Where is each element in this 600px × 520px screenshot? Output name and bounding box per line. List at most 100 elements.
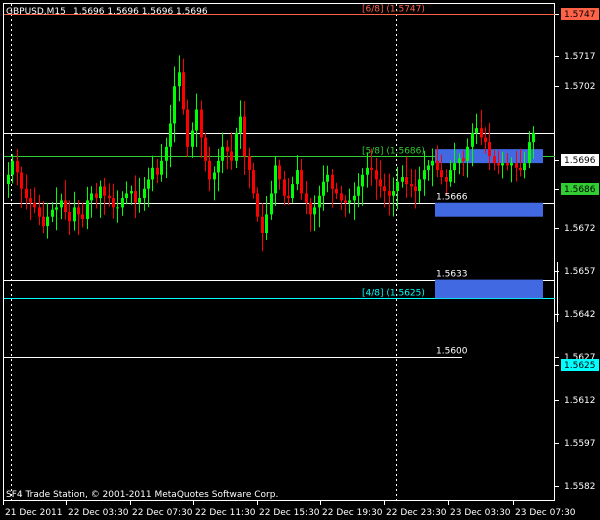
candle-body bbox=[221, 146, 224, 161]
candle-body bbox=[370, 167, 373, 171]
candle-body bbox=[7, 174, 10, 185]
candle-body bbox=[466, 146, 469, 161]
candle-body bbox=[475, 128, 478, 133]
time-tick-label: 22 Dec 11:30 bbox=[195, 508, 256, 518]
candle-body bbox=[471, 132, 474, 147]
candle-body bbox=[401, 177, 404, 182]
candle-body bbox=[493, 156, 496, 164]
candle-body bbox=[488, 142, 491, 157]
candle-body bbox=[77, 207, 80, 215]
candle-body bbox=[143, 188, 146, 199]
candle-body bbox=[204, 137, 207, 161]
price-tick-label: 1.5747 bbox=[564, 10, 596, 20]
price-tick-label: 1.5642 bbox=[564, 310, 596, 320]
price-axis[interactable]: 1.5747 1.5717 1.5702 1.5696 1.5686 1.5672 1.56… bbox=[555, 8, 599, 492]
candle-body bbox=[55, 207, 58, 210]
copyright-label: SF4 Trade Station, © 2001-2011 MetaQuote… bbox=[6, 490, 278, 500]
price-tick-label: 1.5582 bbox=[564, 482, 596, 492]
candle-body bbox=[510, 163, 513, 166]
candle-body bbox=[156, 167, 159, 175]
candle-body bbox=[252, 170, 255, 194]
candle-body bbox=[121, 198, 124, 208]
price-tick-label: 1.5686 bbox=[564, 185, 596, 195]
candle-body bbox=[248, 156, 251, 171]
candle-body bbox=[103, 186, 106, 196]
candle-body bbox=[265, 214, 268, 234]
candle-body bbox=[68, 212, 71, 222]
candle-body bbox=[392, 191, 395, 196]
ohlc-label: 1.5696 1.5696 1.5696 1.5696 bbox=[73, 7, 208, 17]
candle-body bbox=[361, 174, 364, 187]
candle-body bbox=[81, 214, 84, 220]
candle-body bbox=[506, 163, 509, 166]
candle-body bbox=[423, 170, 426, 180]
candle-body bbox=[528, 142, 531, 164]
candle-body bbox=[532, 132, 535, 143]
candle-body bbox=[322, 181, 325, 196]
candle-body bbox=[305, 193, 308, 203]
candle-body bbox=[60, 200, 63, 208]
symbol-label: GBPUSD,M15 bbox=[6, 7, 66, 17]
price-tick-label: 1.5597 bbox=[564, 439, 596, 449]
candle-body bbox=[169, 123, 172, 147]
candle-body bbox=[326, 174, 329, 182]
candle-body bbox=[418, 179, 421, 192]
candle-body bbox=[151, 167, 154, 180]
candle-body bbox=[410, 184, 413, 187]
candle-body bbox=[108, 195, 111, 199]
price-tick-label: 1.5625 bbox=[564, 361, 596, 371]
candle-body bbox=[270, 193, 273, 215]
candle-body bbox=[318, 195, 321, 208]
price-tick-label: 1.5672 bbox=[564, 224, 596, 234]
candle-body bbox=[340, 193, 343, 201]
candle-body bbox=[239, 116, 242, 133]
candle-body bbox=[112, 198, 115, 208]
candle-body bbox=[11, 160, 14, 175]
candle-body bbox=[497, 163, 500, 166]
candle-body bbox=[195, 109, 198, 131]
candle-body bbox=[519, 167, 522, 171]
candle-body bbox=[353, 195, 356, 201]
candle-body bbox=[383, 186, 386, 192]
candle-body bbox=[366, 167, 369, 175]
candle-body bbox=[33, 202, 36, 208]
candle-body bbox=[125, 193, 128, 199]
candle-body bbox=[116, 207, 119, 209]
time-axis[interactable]: 21 Dec 2011 22 Dec 03:30 22 Dec 07:30 22 De… bbox=[3, 500, 576, 518]
candle-body bbox=[291, 184, 294, 199]
candle-body bbox=[200, 109, 203, 138]
candle-body bbox=[427, 165, 430, 171]
candle-body bbox=[243, 116, 246, 157]
candle-body bbox=[64, 200, 67, 213]
candle-body bbox=[287, 195, 290, 199]
price-zone bbox=[435, 202, 543, 217]
candle-body bbox=[414, 186, 417, 192]
candle-body bbox=[523, 163, 526, 171]
candle-body bbox=[147, 179, 150, 189]
time-tick-label: 22 Dec 19:30 bbox=[322, 508, 383, 518]
candle-body bbox=[160, 160, 163, 175]
candle-body bbox=[296, 170, 299, 185]
time-tick-label: 22 Dec 03:30 bbox=[68, 508, 129, 518]
candle-body bbox=[484, 137, 487, 143]
candle-body bbox=[388, 191, 391, 196]
candle-body bbox=[274, 165, 277, 194]
candle-body bbox=[73, 207, 76, 222]
price-chart[interactable]: [6/8] (1.5747) [5/8] (1.5686) [4/8] (1.562… bbox=[0, 0, 600, 520]
candle-body bbox=[213, 172, 216, 180]
candle-body bbox=[449, 170, 452, 182]
candle-body bbox=[462, 158, 465, 161]
price-tick-label: 1.5612 bbox=[564, 396, 596, 406]
candle-body bbox=[331, 174, 334, 189]
candle-body bbox=[480, 128, 483, 138]
price-tick-label: 1.5657 bbox=[564, 267, 596, 277]
candle-body bbox=[357, 186, 360, 196]
candle-body bbox=[278, 165, 281, 180]
candle-body bbox=[38, 207, 41, 217]
murrey-level-label: [5/8] (1.5686) bbox=[362, 147, 425, 157]
candle-body bbox=[51, 209, 54, 217]
time-tick-label: 21 Dec 2011 bbox=[5, 508, 63, 518]
candle-body bbox=[134, 191, 137, 203]
candle-body bbox=[445, 177, 448, 182]
time-tick-label: 22 Dec 07:30 bbox=[132, 508, 193, 518]
